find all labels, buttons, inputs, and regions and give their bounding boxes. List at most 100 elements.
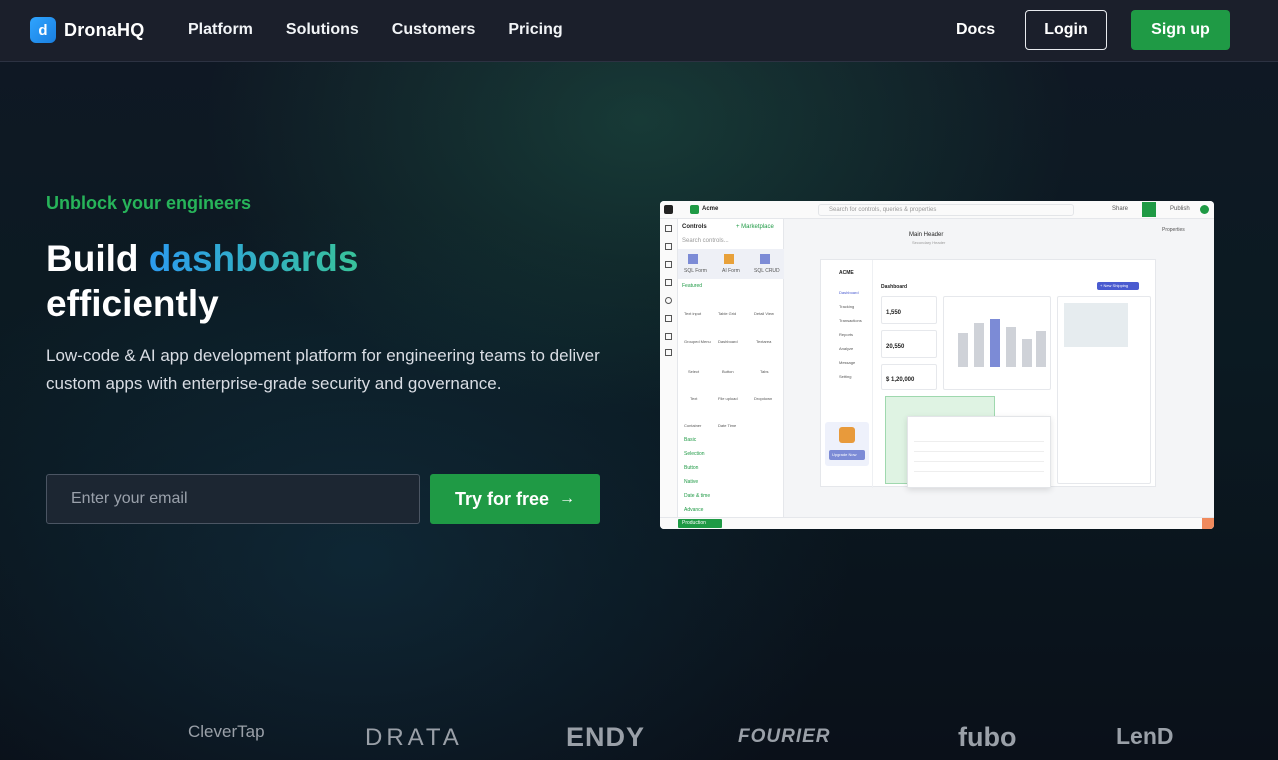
workspace-icon xyxy=(690,205,699,214)
stat-value-3: $ 1,20,000 xyxy=(886,377,915,383)
nav-pricing[interactable]: Pricing xyxy=(508,21,562,39)
control-detail-view[interactable]: Detail View xyxy=(754,311,774,316)
hero-eyebrow: Unblock your engineers xyxy=(46,193,252,213)
control-tabs[interactable]: Tabs xyxy=(760,369,768,374)
run-icon[interactable] xyxy=(1142,202,1156,217)
properties-tab[interactable]: Properties xyxy=(1162,227,1185,233)
sql-form-icon[interactable] xyxy=(688,254,698,264)
chart-bar xyxy=(990,319,1000,367)
customer-logos: CleverTap DRATA ENDY FOURIER fubo LenD xyxy=(0,712,1278,760)
layers-icon[interactable] xyxy=(665,243,672,250)
sql-crud-icon[interactable] xyxy=(760,254,770,264)
help-icon[interactable] xyxy=(1202,518,1214,529)
nav-customers[interactable]: Customers xyxy=(392,21,476,39)
logo-lend: LenD xyxy=(1116,723,1174,749)
brand-name: DronaHQ xyxy=(64,19,145,40)
app-menu-analyze[interactable]: Analyze xyxy=(839,346,853,351)
chart-bar xyxy=(1036,331,1046,367)
secondary-header-label: Secondary Header xyxy=(912,240,946,245)
app-menu-tracking[interactable]: Tracking xyxy=(839,304,854,309)
stat-value-2: 20,550 xyxy=(886,344,905,350)
section-selection[interactable]: Selection xyxy=(684,451,705,457)
app-sidebar: ACME Dashboard Tracking Transactions Rep… xyxy=(821,260,873,488)
stat-value-1: 1,550 xyxy=(886,310,902,316)
chart-icon[interactable] xyxy=(665,261,672,268)
delivery-chart-card xyxy=(943,296,1051,390)
brand[interactable]: d DronaHQ xyxy=(30,17,144,43)
section-advance[interactable]: Advance xyxy=(684,507,703,513)
share-button[interactable]: Share xyxy=(1112,206,1128,212)
marketplace-link[interactable]: + Marketplace xyxy=(736,224,774,230)
main-header-label: Main Header xyxy=(909,232,944,238)
builder-search-placeholder: Search for controls, queries & propertie… xyxy=(829,207,937,213)
section-date-time[interactable]: Date & time xyxy=(684,493,710,499)
link-icon[interactable] xyxy=(665,315,672,322)
section-native[interactable]: Native xyxy=(684,479,698,485)
control-dashboard[interactable]: Dashboard xyxy=(718,339,738,344)
app-menu-message[interactable]: Message xyxy=(839,360,855,365)
nav-docs[interactable]: Docs xyxy=(956,21,995,39)
menu-icon xyxy=(664,205,673,214)
control-date-time[interactable]: Date Time xyxy=(718,423,736,428)
status-dot-icon xyxy=(1200,205,1209,214)
pages-icon[interactable] xyxy=(665,225,672,232)
logo-drata: DRATA xyxy=(365,724,463,751)
featured-heading: Featured xyxy=(682,283,703,289)
search-controls[interactable]: Search controls... xyxy=(682,238,729,244)
section-button[interactable]: Button xyxy=(684,465,698,471)
control-text[interactable]: Text xyxy=(690,396,697,401)
control-container[interactable]: Container xyxy=(684,423,701,428)
builder-search[interactable]: Search for controls, queries & propertie… xyxy=(818,204,1074,216)
app-name: ACME xyxy=(839,270,854,276)
control-file-upload[interactable]: File upload xyxy=(718,396,738,401)
workspace-name: Acme xyxy=(702,206,719,212)
tile-sql-form: SQL Form xyxy=(684,268,707,274)
dronahq-logo-icon: d xyxy=(30,17,56,43)
section-basic[interactable]: Basic xyxy=(684,437,696,443)
app-menu-transactions[interactable]: Transactions xyxy=(839,318,862,323)
email-input[interactable] xyxy=(46,474,420,524)
grid-icon[interactable] xyxy=(665,349,672,356)
control-select[interactable]: Select xyxy=(688,369,699,374)
upgrade-label: Upgrade Now xyxy=(832,452,857,457)
app-menu-reports[interactable]: Reports xyxy=(839,332,853,337)
control-dropdown[interactable]: Dropdown xyxy=(754,396,772,401)
new-shipping-button[interactable]: + New Shipping xyxy=(1097,282,1139,290)
upgrade-arrow-icon xyxy=(839,427,855,443)
tracking-card xyxy=(1057,296,1151,484)
eye-icon[interactable] xyxy=(665,297,672,304)
top-navbar: d DronaHQ Platform Solutions Customers P… xyxy=(0,0,1278,62)
map-thumbnail xyxy=(1064,303,1128,347)
product-screenshot: Acme Search for controls, queries & prop… xyxy=(660,201,1214,529)
nav-platform[interactable]: Platform xyxy=(188,21,253,39)
app-menu-setting[interactable]: Setting xyxy=(839,374,851,379)
hero-subtext: Low-code & AI app development platform f… xyxy=(46,346,600,393)
app-preview: ACME Dashboard Tracking Transactions Rep… xyxy=(820,259,1156,488)
app-menu-dashboard[interactable]: Dashboard xyxy=(839,290,859,295)
controls-title: Controls xyxy=(682,224,707,230)
ai-form-icon[interactable] xyxy=(724,254,734,264)
control-button[interactable]: Button xyxy=(722,369,734,374)
publish-button[interactable]: Publish xyxy=(1170,206,1190,212)
dashboard-title: Dashboard xyxy=(881,284,908,290)
logo-endy: ENDY xyxy=(566,722,646,752)
environment-selector[interactable]: Production xyxy=(678,519,722,528)
template-tiles: SQL Form AI Form SQL CRUD xyxy=(678,249,784,279)
builder-canvas: Main Header Secondary Header Properties … xyxy=(784,219,1214,517)
control-text-input[interactable]: Text input xyxy=(684,311,701,316)
control-grouped-menu[interactable]: Grouped Menu xyxy=(684,339,711,344)
control-table-grid[interactable]: Table Grid xyxy=(718,311,736,316)
table-row xyxy=(914,441,1044,442)
table-row xyxy=(914,461,1044,462)
table-popup xyxy=(907,416,1051,488)
logo-clevertap: CleverTap xyxy=(188,722,265,741)
try-for-free-button[interactable]: Try for free → xyxy=(430,474,600,524)
upgrade-button[interactable]: Upgrade Now xyxy=(829,450,865,460)
login-button[interactable]: Login xyxy=(1025,10,1107,50)
control-textarea[interactable]: Textarea xyxy=(756,339,771,344)
environment-label: Production xyxy=(682,520,706,526)
database-icon[interactable] xyxy=(665,279,672,286)
nav-solutions[interactable]: Solutions xyxy=(286,21,359,39)
table-icon[interactable] xyxy=(665,333,672,340)
signup-button[interactable]: Sign up xyxy=(1131,10,1230,50)
